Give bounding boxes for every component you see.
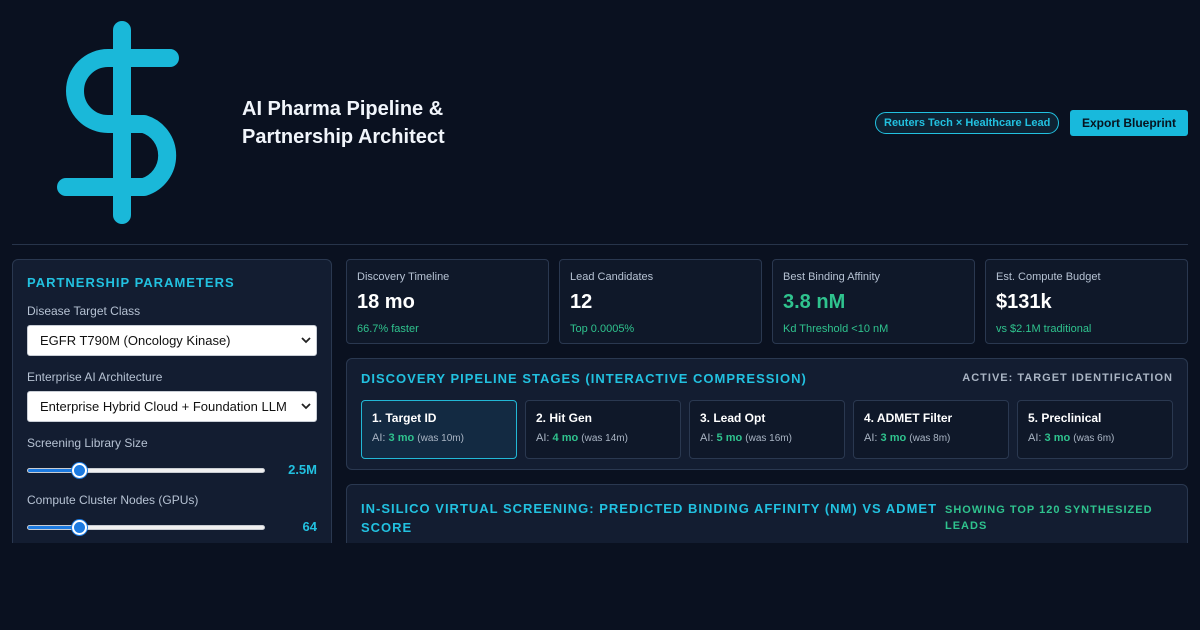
ai-duration: 5 mo xyxy=(716,432,743,444)
discovery-pipeline-panel: Discovery Pipeline Stages (Interactive C… xyxy=(346,358,1188,470)
traditional-duration: (was 10m) xyxy=(417,433,464,444)
kpi-value: $131k xyxy=(996,291,1052,313)
kpi-label: Lead Candidates xyxy=(570,271,654,283)
gpu-nodes-slider-thumb[interactable] xyxy=(72,520,88,535)
gpu-nodes-slider-row: 64 xyxy=(27,514,317,540)
kpi-value: 18 mo xyxy=(357,291,415,313)
library-size-label: Screening Library Size xyxy=(27,436,148,450)
kpi-binding-affinity: Best Binding Affinity 3.8 nM Kd Threshol… xyxy=(772,259,975,344)
stage-name: 1. Target ID xyxy=(372,411,437,425)
stage-name: 5. Preclinical xyxy=(1028,411,1102,425)
page-title: AI Pharma Pipeline & Partnership Archite… xyxy=(242,98,445,148)
disease-target-select[interactable]: EGFR T790M (Oncology Kinase) xyxy=(27,325,317,356)
app-root: AI Pharma Pipeline & Partnership Archite… xyxy=(0,0,1200,630)
gpu-nodes-label: Compute Cluster Nodes (GPUs) xyxy=(27,493,199,507)
kpi-label: Best Binding Affinity xyxy=(783,271,881,283)
kpi-discovery-timeline: Discovery Timeline 18 mo 66.7% faster xyxy=(346,259,549,344)
page-header: AI Pharma Pipeline & Partnership Archite… xyxy=(0,0,1200,244)
viewport-bottom xyxy=(0,543,1200,630)
disease-target-label: Disease Target Class xyxy=(27,304,141,318)
ai-duration: 3 mo xyxy=(388,432,415,444)
kpi-subtext: vs $2.1M traditional xyxy=(996,323,1092,335)
traditional-duration: (was 8m) xyxy=(909,433,951,444)
traditional-duration: (was 14m) xyxy=(581,433,628,444)
screening-note: Showing Top 120 Synthesized Leads xyxy=(945,504,1153,532)
kpi-subtext: 66.7% faster xyxy=(357,323,419,335)
panel-title: Partnership Parameters xyxy=(27,275,235,290)
ai-duration: 4 mo xyxy=(552,432,579,444)
stage-admet-filter[interactable]: 4. ADMET Filter AI: 3 mo (was 8m) xyxy=(853,400,1009,459)
library-size-value: 2.5M xyxy=(288,462,317,477)
kpi-lead-candidates: Lead Candidates 12 Top 0.0005% xyxy=(559,259,762,344)
disease-target-value: EGFR T790M (Oncology Kinase) xyxy=(27,325,317,356)
kpi-subtext: Kd Threshold <10 nM xyxy=(783,323,889,335)
ai-duration: 3 mo xyxy=(1044,432,1071,444)
ai-prefix: AI: xyxy=(1028,432,1042,444)
audience-badge: Reuters Tech × Healthcare Lead xyxy=(875,112,1060,134)
ai-architecture-value: Enterprise Hybrid Cloud + Foundation LLM xyxy=(27,391,317,422)
kpi-compute-budget: Est. Compute Budget $131k vs $2.1M tradi… xyxy=(985,259,1188,344)
ai-prefix: AI: xyxy=(700,432,714,444)
stage-meta: AI: 5 mo (was 16m) xyxy=(700,432,834,444)
ai-prefix: AI: xyxy=(536,432,550,444)
gpu-nodes-value: 64 xyxy=(302,519,317,534)
pipeline-title: Discovery Pipeline Stages (Interactive C… xyxy=(361,371,807,386)
stage-meta: AI: 4 mo (was 14m) xyxy=(536,432,670,444)
kpi-label: Discovery Timeline xyxy=(357,271,450,283)
stage-target-id[interactable]: 1. Target ID AI: 3 mo (was 10m) xyxy=(361,400,517,459)
ai-prefix: AI: xyxy=(372,432,386,444)
gpu-nodes-slider[interactable] xyxy=(27,525,265,530)
ai-duration: 3 mo xyxy=(880,432,907,444)
stage-hit-gen[interactable]: 2. Hit Gen AI: 4 mo (was 14m) xyxy=(525,400,681,459)
stage-lead-opt[interactable]: 3. Lead Opt AI: 5 mo (was 16m) xyxy=(689,400,845,459)
partnership-parameters-panel: Partnership Parameters Disease Target Cl… xyxy=(12,259,332,559)
chevron-down-icon xyxy=(301,337,311,344)
stage-meta: AI: 3 mo (was 8m) xyxy=(864,432,998,444)
stage-preclinical[interactable]: 5. Preclinical AI: 3 mo (was 6m) xyxy=(1017,400,1173,459)
traditional-duration: (was 16m) xyxy=(745,433,792,444)
stage-name: 2. Hit Gen xyxy=(536,411,593,425)
stage-name: 4. ADMET Filter xyxy=(864,411,953,425)
traditional-duration: (was 6m) xyxy=(1073,433,1115,444)
library-size-slider[interactable] xyxy=(27,468,265,473)
stage-meta: AI: 3 mo (was 10m) xyxy=(372,432,506,444)
dollar-sign-icon xyxy=(57,21,179,224)
ai-architecture-select[interactable]: Enterprise Hybrid Cloud + Foundation LLM xyxy=(27,391,317,422)
kpi-value: 3.8 nM xyxy=(783,291,846,313)
export-blueprint-button[interactable]: Export Blueprint xyxy=(1070,110,1188,136)
active-stage-label: Active: Target Identification xyxy=(962,372,1173,384)
kpi-value: 12 xyxy=(570,291,593,313)
library-size-slider-row: 2.5M xyxy=(27,457,317,483)
header-divider xyxy=(12,244,1188,245)
ai-architecture-label: Enterprise AI Architecture xyxy=(27,370,163,384)
stage-meta: AI: 3 mo (was 6m) xyxy=(1028,432,1162,444)
library-size-slider-thumb[interactable] xyxy=(72,463,88,478)
kpi-label: Est. Compute Budget xyxy=(996,271,1101,283)
screening-title: In-Silico Virtual Screening: Predicted B… xyxy=(361,501,938,535)
ai-prefix: AI: xyxy=(864,432,878,444)
chevron-down-icon xyxy=(301,403,311,410)
kpi-subtext: Top 0.0005% xyxy=(570,323,635,335)
stage-name: 3. Lead Opt xyxy=(700,411,766,425)
